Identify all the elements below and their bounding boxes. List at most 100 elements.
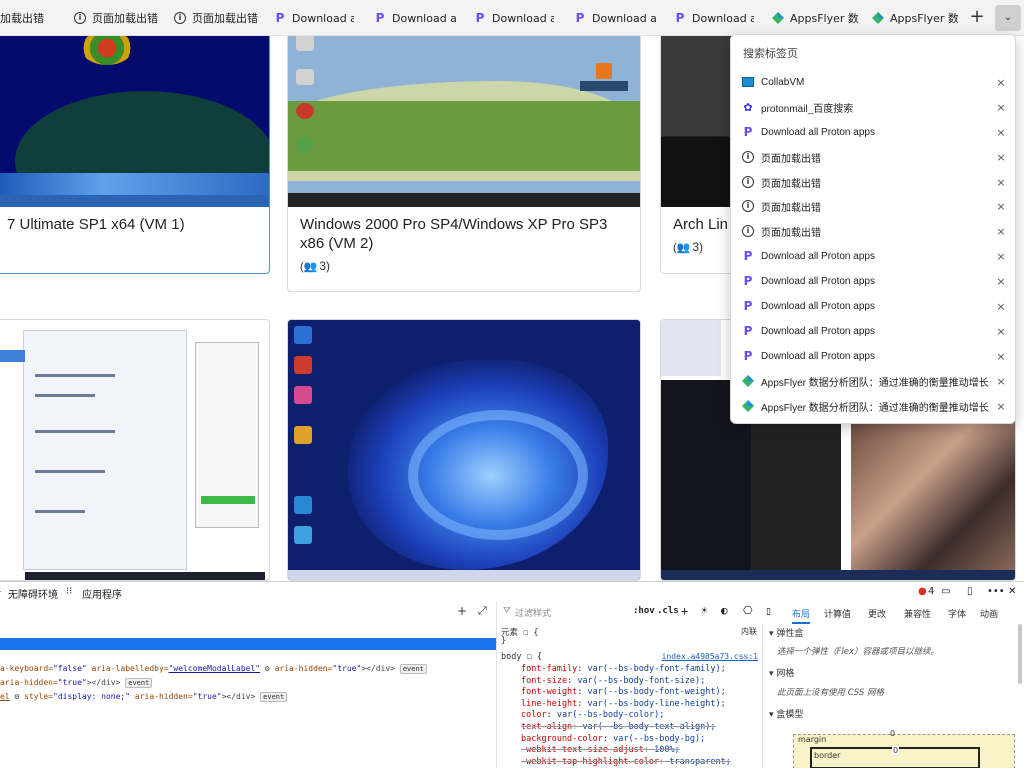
event-badge[interactable]: event xyxy=(125,678,153,688)
close-icon[interactable]: × xyxy=(991,350,1011,363)
dropdown-tab-item[interactable]: CollabVM × xyxy=(731,70,1017,94)
tab-fonts[interactable]: 字体 xyxy=(948,607,966,620)
vm-card[interactable]: Windows 2000 Pro SP4/Windows XP Pro SP3 … xyxy=(287,36,641,292)
vm-card[interactable]: 7 Ultimate SP1 x64 (VM 1) xyxy=(0,36,270,274)
css-declaration[interactable]: color: var(--bs-body-color); xyxy=(521,710,664,720)
css-declaration[interactable]: -webkit-text-size-adjust: 100%; xyxy=(521,745,680,755)
tab-animations[interactable]: 动画 xyxy=(980,607,998,620)
tab-search-input[interactable]: 搜索标签页 xyxy=(743,45,798,61)
css-declaration[interactable]: font-family: var(--bs-body-font-family); xyxy=(521,664,726,674)
new-tab-button[interactable]: + xyxy=(964,6,990,30)
close-icon[interactable]: × xyxy=(991,275,1011,288)
close-devtools-icon[interactable]: ✕ xyxy=(1008,586,1016,597)
dropdown-tab-item[interactable]: i 页面加载出错 × xyxy=(731,145,1017,169)
tab-compatibility[interactable]: 兼容性 xyxy=(904,607,931,620)
selected-node-row[interactable] xyxy=(0,638,496,650)
styles-filter-input[interactable]: 过滤样式 xyxy=(515,606,551,619)
contrast-icon[interactable]: ◐ xyxy=(721,604,728,617)
vm-thumbnail xyxy=(0,36,269,207)
new-rule-icon[interactable]: + xyxy=(681,604,688,618)
elements-tree: a-keyboard="false" aria-labelledby="welc… xyxy=(0,606,496,768)
close-icon[interactable]: × xyxy=(991,250,1011,263)
tab-layout[interactable]: 布局 xyxy=(792,607,811,624)
vm-card[interactable] xyxy=(0,319,270,581)
tab-appsflyer[interactable]: AppsFlyer 数据 xyxy=(772,0,858,36)
vm-card[interactable]: Arch Lin (👥 3) xyxy=(660,36,740,274)
close-icon[interactable]: × xyxy=(991,126,1011,139)
dropdown-tab-item[interactable]: i 页面加载出错 × xyxy=(731,194,1017,218)
dropdown-tab-item[interactable]: P Download all Proton apps × xyxy=(731,120,1017,144)
tab-computed[interactable]: 计算值 xyxy=(824,607,851,620)
event-badge[interactable]: event xyxy=(399,664,427,674)
tab-load-error[interactable]: 加载出错 xyxy=(0,0,64,36)
info-icon: i xyxy=(174,12,186,24)
dropdown-tab-item[interactable]: P Download all Proton apps × xyxy=(731,269,1017,293)
dom-node[interactable]: el ⚙ style="display: none;" aria-hidden=… xyxy=(0,692,288,702)
dock-side-icon[interactable]: ▯ xyxy=(967,586,973,597)
margin-value[interactable]: 0 xyxy=(890,729,895,738)
event-badge[interactable]: event xyxy=(260,692,288,702)
sun-icon[interactable]: ☀ xyxy=(701,604,708,617)
tab-load-error[interactable]: i 页面加载出错 xyxy=(74,0,170,36)
css-declaration[interactable]: -webkit-tap-highlight-color: transparent… xyxy=(521,757,731,767)
hover-state-toggle[interactable]: :hov xyxy=(633,606,655,616)
tab-proton[interactable]: P Download all P xyxy=(374,0,456,36)
pick-element-icon[interactable]: ⤢ xyxy=(478,604,487,618)
dropdown-tab-item[interactable]: P Download all Proton apps × xyxy=(731,294,1017,318)
tool-application[interactable]: 应用程序 xyxy=(82,586,122,601)
css-source-link[interactable]: index.a4985a73.css:1 xyxy=(662,652,758,661)
tab-load-error[interactable]: i 页面加载出错 xyxy=(174,0,270,36)
scrollbar[interactable] xyxy=(1018,624,1022,684)
close-icon[interactable]: × xyxy=(991,151,1011,164)
dom-node[interactable]: a-keyboard="false" aria-labelledby="welc… xyxy=(0,664,427,674)
element-style-rule[interactable]: 元素 ☐ { xyxy=(501,626,539,638)
dom-node[interactable]: aria-hidden="true"></div> event xyxy=(0,678,153,688)
dropdown-tab-item[interactable]: ✿ protonmail_百度搜索 × xyxy=(731,95,1017,119)
close-icon[interactable]: × xyxy=(991,300,1011,313)
close-icon[interactable]: × xyxy=(991,325,1011,338)
error-icon[interactable]: ● xyxy=(918,586,927,597)
css-declaration[interactable]: background-color: var(--bs-body-bg); xyxy=(521,734,705,744)
tab-proton[interactable]: P Download all P xyxy=(674,0,754,36)
tab-proton[interactable]: P Download all P xyxy=(574,0,656,36)
css-declaration[interactable]: line-height: var(--bs-body-line-height); xyxy=(521,699,726,709)
class-toggle[interactable]: .cls xyxy=(657,606,679,616)
close-icon[interactable]: × xyxy=(991,101,1011,114)
vm-card[interactable] xyxy=(287,319,641,581)
tab-proton[interactable]: P Download all P xyxy=(274,0,354,36)
css-declaration[interactable]: font-size: var(--bs-body-font-size); xyxy=(521,676,705,686)
dropdown-tab-item[interactable]: i 页面加载出错 × xyxy=(731,170,1017,194)
dropdown-tab-item[interactable]: P Download all Proton apps × xyxy=(731,344,1017,368)
dropdown-tab-item[interactable]: P Download all Proton apps × xyxy=(731,244,1017,268)
close-icon[interactable]: × xyxy=(991,400,1011,413)
tab-changes[interactable]: 更改 xyxy=(868,607,886,620)
css-declaration[interactable]: text-align: var(--bs-body-text-align); xyxy=(521,722,716,732)
tab-search-button[interactable]: ⌄ xyxy=(995,5,1021,31)
flexbox-heading[interactable]: ▾ 弹性盒 xyxy=(769,626,803,639)
css-rule-selector[interactable]: body ☐ { xyxy=(501,652,542,662)
collabvm-icon xyxy=(742,77,754,87)
dropdown-tab-item[interactable]: AppsFlyer 数据分析团队：通过准确的衡量推动增长 × xyxy=(731,394,1017,418)
close-icon[interactable]: × xyxy=(991,76,1011,89)
add-node-icon[interactable]: + xyxy=(457,604,467,618)
tab-appsflyer[interactable]: AppsFlyer 数据 xyxy=(872,0,958,36)
close-icon[interactable]: × xyxy=(991,176,1011,189)
dropdown-tab-item[interactable]: AppsFlyer 数据分析团队：通过准确的衡量推动增长 × xyxy=(731,369,1017,393)
vm-thumbnail xyxy=(288,320,640,580)
close-icon[interactable]: × xyxy=(991,200,1011,213)
border-value[interactable]: 0 xyxy=(892,746,900,755)
tool-accessibility[interactable]: 无障碍环境 xyxy=(8,586,58,601)
sidebar-icon[interactable]: ▯ xyxy=(766,607,771,617)
computed-sidebar-icon[interactable]: ⎔ xyxy=(743,604,753,617)
close-icon[interactable]: × xyxy=(991,375,1011,388)
window-icon[interactable]: ▭ xyxy=(941,586,950,597)
close-icon[interactable]: × xyxy=(991,225,1011,238)
devtools-toolbar: ▸ 无障碍环境 ⁝⁝ 应用程序 ● 4 ▭ ▯ ••• ✕ xyxy=(0,582,1024,602)
css-declaration[interactable]: font-weight: var(--bs-body-font-weight); xyxy=(521,687,726,697)
grid-heading[interactable]: ▾ 网格 xyxy=(769,666,794,679)
box-model-heading[interactable]: ▾ 盒模型 xyxy=(769,707,803,720)
tab-proton[interactable]: P Download all P xyxy=(474,0,554,36)
more-options-icon[interactable]: ••• xyxy=(987,586,1005,597)
dropdown-tab-item[interactable]: P Download all Proton apps × xyxy=(731,319,1017,343)
dropdown-tab-item[interactable]: i 页面加载出错 × xyxy=(731,219,1017,243)
